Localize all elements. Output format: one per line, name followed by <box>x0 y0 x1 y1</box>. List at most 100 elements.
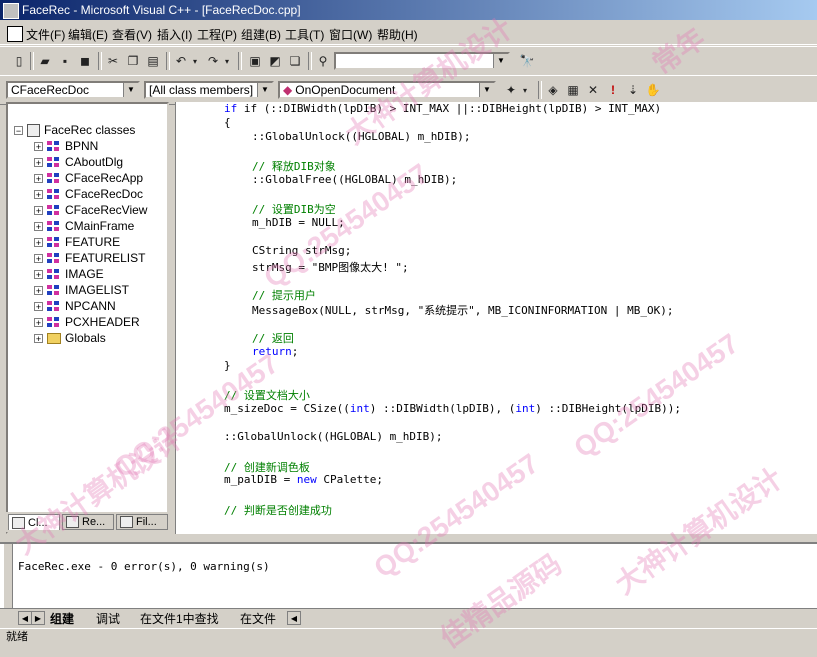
chevron-down-icon[interactable]: ▼ <box>123 83 138 97</box>
expand-icon[interactable]: + <box>34 189 43 199</box>
tab-scroll-right-icon[interactable]: ▶ <box>31 611 45 625</box>
expand-icon[interactable]: + <box>34 269 43 279</box>
paste-icon[interactable]: ▤ <box>144 52 162 70</box>
collapse-icon[interactable]: − <box>14 125 23 135</box>
tree-item[interactable]: + FEATURE <box>34 234 120 250</box>
filter-combo[interactable]: [All class members] ▼ <box>144 81 274 99</box>
redo-icon[interactable]: ↷ <box>204 52 222 70</box>
chevron-down-icon[interactable]: ▼ <box>479 83 494 97</box>
open-folder-icon[interactable]: ▰ <box>36 52 54 70</box>
expand-icon[interactable]: + <box>34 205 43 215</box>
tree-root[interactable]: − FaceRec classes <box>14 122 135 138</box>
expand-icon[interactable]: + <box>34 141 43 151</box>
chevron-down-icon[interactable]: ▼ <box>257 83 272 97</box>
menu-build[interactable]: 组建(B) <box>241 26 281 43</box>
find-icon[interactable]: 🔭 <box>518 52 536 70</box>
expand-icon[interactable]: + <box>34 317 43 327</box>
code-line: ::GlobalUnlock((HGLOBAL) m_hDIB); <box>224 430 443 443</box>
tab-resource-view[interactable]: Re... <box>62 514 114 530</box>
toolbar-separator <box>308 52 312 70</box>
undo-dropdown-icon[interactable]: ▾ <box>190 52 200 70</box>
copy-icon[interactable]: ❐ <box>124 52 142 70</box>
expand-icon[interactable]: + <box>34 301 43 311</box>
menu-project[interactable]: 工程(P) <box>197 26 237 43</box>
member-combo[interactable]: ◆ OnOpenDocument ▼ <box>278 81 496 99</box>
tab-label: 在文件1中查找 <box>140 611 219 626</box>
tree-item[interactable]: + CFaceRecView <box>34 202 147 218</box>
menu-window[interactable]: 窗口(W) <box>329 26 372 43</box>
menu-edit[interactable]: 编辑(E) <box>68 26 108 43</box>
code-line: return; <box>252 345 298 358</box>
tree-item-label: Globals <box>65 331 106 345</box>
menu-tools[interactable]: 工具(T) <box>285 26 324 43</box>
keyword-int: int <box>515 402 536 415</box>
new-file-icon[interactable]: ▯ <box>10 52 28 70</box>
menu-insert[interactable]: 插入(I) <box>157 26 192 43</box>
chevron-down-icon[interactable]: ▼ <box>493 54 508 68</box>
build-icon[interactable]: ▦ <box>564 81 582 99</box>
save-icon[interactable]: ▪ <box>56 52 74 70</box>
cut-icon[interactable]: ✂ <box>104 52 122 70</box>
expand-icon[interactable]: + <box>34 173 43 183</box>
tree-item[interactable]: + CFaceRecDoc <box>34 186 143 202</box>
menu-view[interactable]: 查看(V) <box>112 26 152 43</box>
compile-icon[interactable]: ◈ <box>544 81 562 99</box>
menu-help[interactable]: 帮助(H) <box>377 26 418 43</box>
class-icon <box>47 220 61 232</box>
tree-item-label: FEATURE <box>65 235 121 249</box>
execute-icon[interactable]: ! <box>604 81 622 99</box>
output-grip[interactable] <box>4 544 13 610</box>
tab-find-in-files-1[interactable]: 在文件1中查找 <box>140 610 219 626</box>
document-icon[interactable] <box>7 26 23 42</box>
expand-icon[interactable]: + <box>34 237 43 247</box>
output-pane[interactable]: FaceRec.exe - 0 error(s), 0 warning(s) <box>0 542 817 610</box>
tab-file-view[interactable]: Fil... <box>116 514 168 530</box>
expand-icon[interactable]: + <box>34 285 43 295</box>
menu-bar: 文件(F) 编辑(E) 查看(V) 插入(I) 工程(P) 组建(B) 工具(T… <box>0 22 817 45</box>
output-toggle-icon[interactable]: ◩ <box>266 52 284 70</box>
tree-item[interactable]: + NPCANN <box>34 298 116 314</box>
find-in-files-icon[interactable]: ⚲ <box>314 52 332 70</box>
tab-label: Cl... <box>28 516 48 529</box>
tab-find-in-files-2[interactable]: 在文件 <box>240 610 276 626</box>
tree-item[interactable]: + CMainFrame <box>34 218 134 234</box>
expand-icon[interactable]: + <box>34 333 43 343</box>
workspace-tabs: Cl... Re... Fil... <box>6 512 169 532</box>
tab-build[interactable]: 组建 <box>50 610 74 626</box>
undo-icon[interactable]: ↶ <box>172 52 190 70</box>
expand-icon[interactable]: + <box>34 253 43 263</box>
wizard-action-dropdown-icon[interactable]: ▾ <box>520 81 530 99</box>
expand-icon[interactable]: + <box>34 157 43 167</box>
tree-item[interactable]: + PCXHEADER <box>34 314 140 330</box>
code-line: ::GlobalFree((HGLOBAL) m_hDIB); <box>252 173 458 186</box>
wizard-action-icon[interactable]: ✦ <box>502 81 520 99</box>
tree-item[interactable]: + BPNN <box>34 138 98 154</box>
tab-class-view[interactable]: Cl... <box>8 514 60 530</box>
stop-build-icon[interactable]: ✕ <box>584 81 602 99</box>
expand-icon[interactable]: + <box>34 221 43 231</box>
code-text: ) ::DIBHeight(lpDIB)); <box>535 402 681 415</box>
tree-item[interactable]: + FEATURELIST <box>34 250 145 266</box>
horizontal-scroll-left-icon[interactable]: ◀ <box>287 611 301 625</box>
tree-item[interactable]: + Globals <box>34 330 106 346</box>
keyword-return: return <box>252 345 292 358</box>
status-bar: 就绪 <box>0 628 817 643</box>
tree-item[interactable]: + CAboutDlg <box>34 154 123 170</box>
tree-item[interactable]: + IMAGELIST <box>34 282 129 298</box>
tab-debug[interactable]: 调试 <box>96 610 120 626</box>
save-all-icon[interactable]: ◼ <box>76 52 94 70</box>
code-editor[interactable]: if if (::DIBWidth(lpDIB) > INT_MAX ||::D… <box>175 102 817 534</box>
go-icon[interactable]: ⇣ <box>624 81 642 99</box>
tree-item[interactable]: + IMAGE <box>34 266 104 282</box>
window-list-icon[interactable]: ❏ <box>286 52 304 70</box>
menu-file[interactable]: 文件(F) <box>26 26 65 43</box>
find-combo[interactable]: ▼ <box>334 52 510 70</box>
workspace-toggle-icon[interactable]: ▣ <box>246 52 264 70</box>
redo-dropdown-icon[interactable]: ▾ <box>222 52 232 70</box>
breakpoint-icon[interactable]: ✋ <box>644 81 662 99</box>
class-combo[interactable]: CFaceRecDoc ▼ <box>6 81 140 99</box>
code-line: strMsg = "BMP图像太大! "; <box>252 261 409 274</box>
code-text: CPalette; <box>316 473 383 486</box>
tab-scroll-left-icon[interactable]: ◀ <box>18 611 32 625</box>
tree-item[interactable]: + CFaceRecApp <box>34 170 143 186</box>
